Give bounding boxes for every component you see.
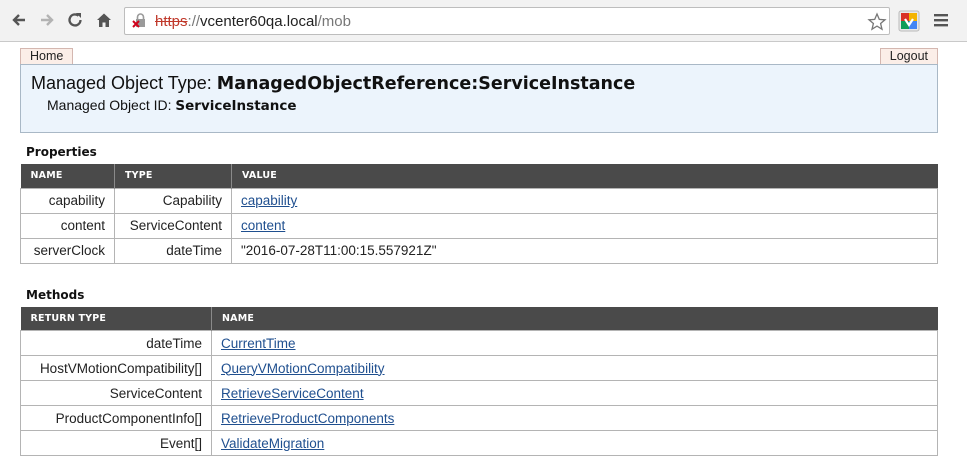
browser-toolbar: https://vcenter60qa.local/mob: [0, 0, 967, 42]
properties-header-row: NAME TYPE VALUE: [20, 164, 938, 188]
managed-object-id: Managed Object ID: ServiceInstance: [47, 97, 297, 114]
extension-icon[interactable]: [898, 10, 920, 32]
method-return-type: Event[]: [20, 430, 212, 456]
property-name: serverClock: [20, 237, 115, 264]
column-header-type: TYPE: [114, 164, 232, 188]
type-value: ManagedObjectReference:ServiceInstance: [216, 74, 636, 94]
back-button[interactable]: [8, 9, 30, 31]
property-value-link[interactable]: content: [241, 218, 285, 233]
method-return-type: dateTime: [20, 330, 212, 356]
table-row: ServiceContent RetrieveServiceContent: [20, 380, 938, 406]
managed-object-type: Managed Object Type: ManagedObjectRefere…: [31, 73, 635, 94]
column-header-value: VALUE: [231, 164, 938, 188]
table-row: ProductComponentInfo[] RetrieveProductCo…: [20, 405, 938, 431]
forward-arrow-icon: [41, 14, 54, 26]
property-type: Capability: [114, 187, 232, 214]
property-name: capability: [20, 187, 115, 214]
property-value: content: [231, 212, 938, 239]
method-link[interactable]: RetrieveProductComponents: [221, 411, 394, 426]
methods-header-row: RETURN TYPE NAME: [20, 306, 938, 331]
forward-button[interactable]: [36, 9, 58, 31]
property-value: "2016-07-28T11:00:15.557921Z": [231, 237, 938, 264]
type-label: Managed Object Type:: [31, 73, 217, 93]
method-link[interactable]: CurrentTime: [221, 336, 296, 351]
property-value-link[interactable]: capability: [241, 193, 297, 208]
method-name: QueryVMotionCompatibility: [211, 355, 938, 381]
reload-button[interactable]: [64, 9, 86, 31]
property-type: ServiceContent: [114, 212, 232, 239]
properties-title: Properties: [26, 145, 97, 159]
property-name: content: [20, 212, 115, 239]
mob-page: Home Logout Managed Object Type: Managed…: [20, 48, 938, 456]
property-type: dateTime: [114, 237, 232, 264]
reload-icon: [68, 13, 82, 27]
method-link[interactable]: ValidateMigration: [221, 436, 324, 451]
method-return-type: ServiceContent: [20, 380, 212, 406]
address-bar[interactable]: https://vcenter60qa.local/mob: [124, 7, 890, 35]
method-name: ValidateMigration: [211, 430, 938, 456]
url-path: /mob: [317, 13, 351, 30]
table-row: capability Capability capability: [20, 187, 938, 214]
methods-title: Methods: [26, 287, 85, 302]
menu-icon[interactable]: [932, 11, 950, 29]
method-return-type: ProductComponentInfo[]: [20, 405, 212, 431]
url-host: vcenter60qa.local: [200, 13, 318, 30]
column-header-return-type: RETURN TYPE: [20, 306, 212, 331]
method-link[interactable]: RetrieveServiceContent: [221, 386, 364, 401]
method-name: CurrentTime: [211, 330, 938, 356]
back-arrow-icon: [12, 14, 25, 26]
method-name: RetrieveServiceContent: [211, 380, 938, 406]
methods-table: RETURN TYPE NAME dateTime CurrentTime Ho…: [20, 306, 938, 456]
table-row: HostVMotionCompatibility[] QueryVMotionC…: [20, 355, 938, 381]
table-row: Event[] ValidateMigration: [20, 430, 938, 456]
method-return-type: HostVMotionCompatibility[]: [20, 355, 212, 381]
method-name: RetrieveProductComponents: [211, 405, 938, 431]
table-row: dateTime CurrentTime: [20, 330, 938, 356]
table-row: serverClock dateTime "2016-07-28T11:00:1…: [20, 237, 938, 264]
url-separator: ://: [187, 13, 201, 30]
id-value: ServiceInstance: [175, 98, 297, 114]
home-link[interactable]: Home: [20, 48, 74, 64]
property-value: capability: [231, 187, 938, 214]
url-scheme: https: [155, 13, 188, 30]
home-icon: [97, 13, 111, 27]
top-links: Home Logout: [20, 48, 938, 64]
home-nav-button[interactable]: [93, 9, 115, 31]
bookmark-star-icon[interactable]: [867, 12, 887, 32]
table-row: content ServiceContent content: [20, 212, 938, 239]
column-header-name: NAME: [20, 164, 115, 188]
properties-table: NAME TYPE VALUE capability Capability ca…: [20, 164, 938, 264]
insecure-lock-icon: [132, 13, 145, 28]
id-label: Managed Object ID:: [47, 97, 176, 113]
column-header-method-name: NAME: [211, 306, 938, 331]
logout-link[interactable]: Logout: [879, 48, 938, 64]
object-header: Managed Object Type: ManagedObjectRefere…: [20, 64, 938, 133]
method-link[interactable]: QueryVMotionCompatibility: [221, 361, 385, 376]
url-text: https://vcenter60qa.local/mob: [155, 13, 351, 30]
